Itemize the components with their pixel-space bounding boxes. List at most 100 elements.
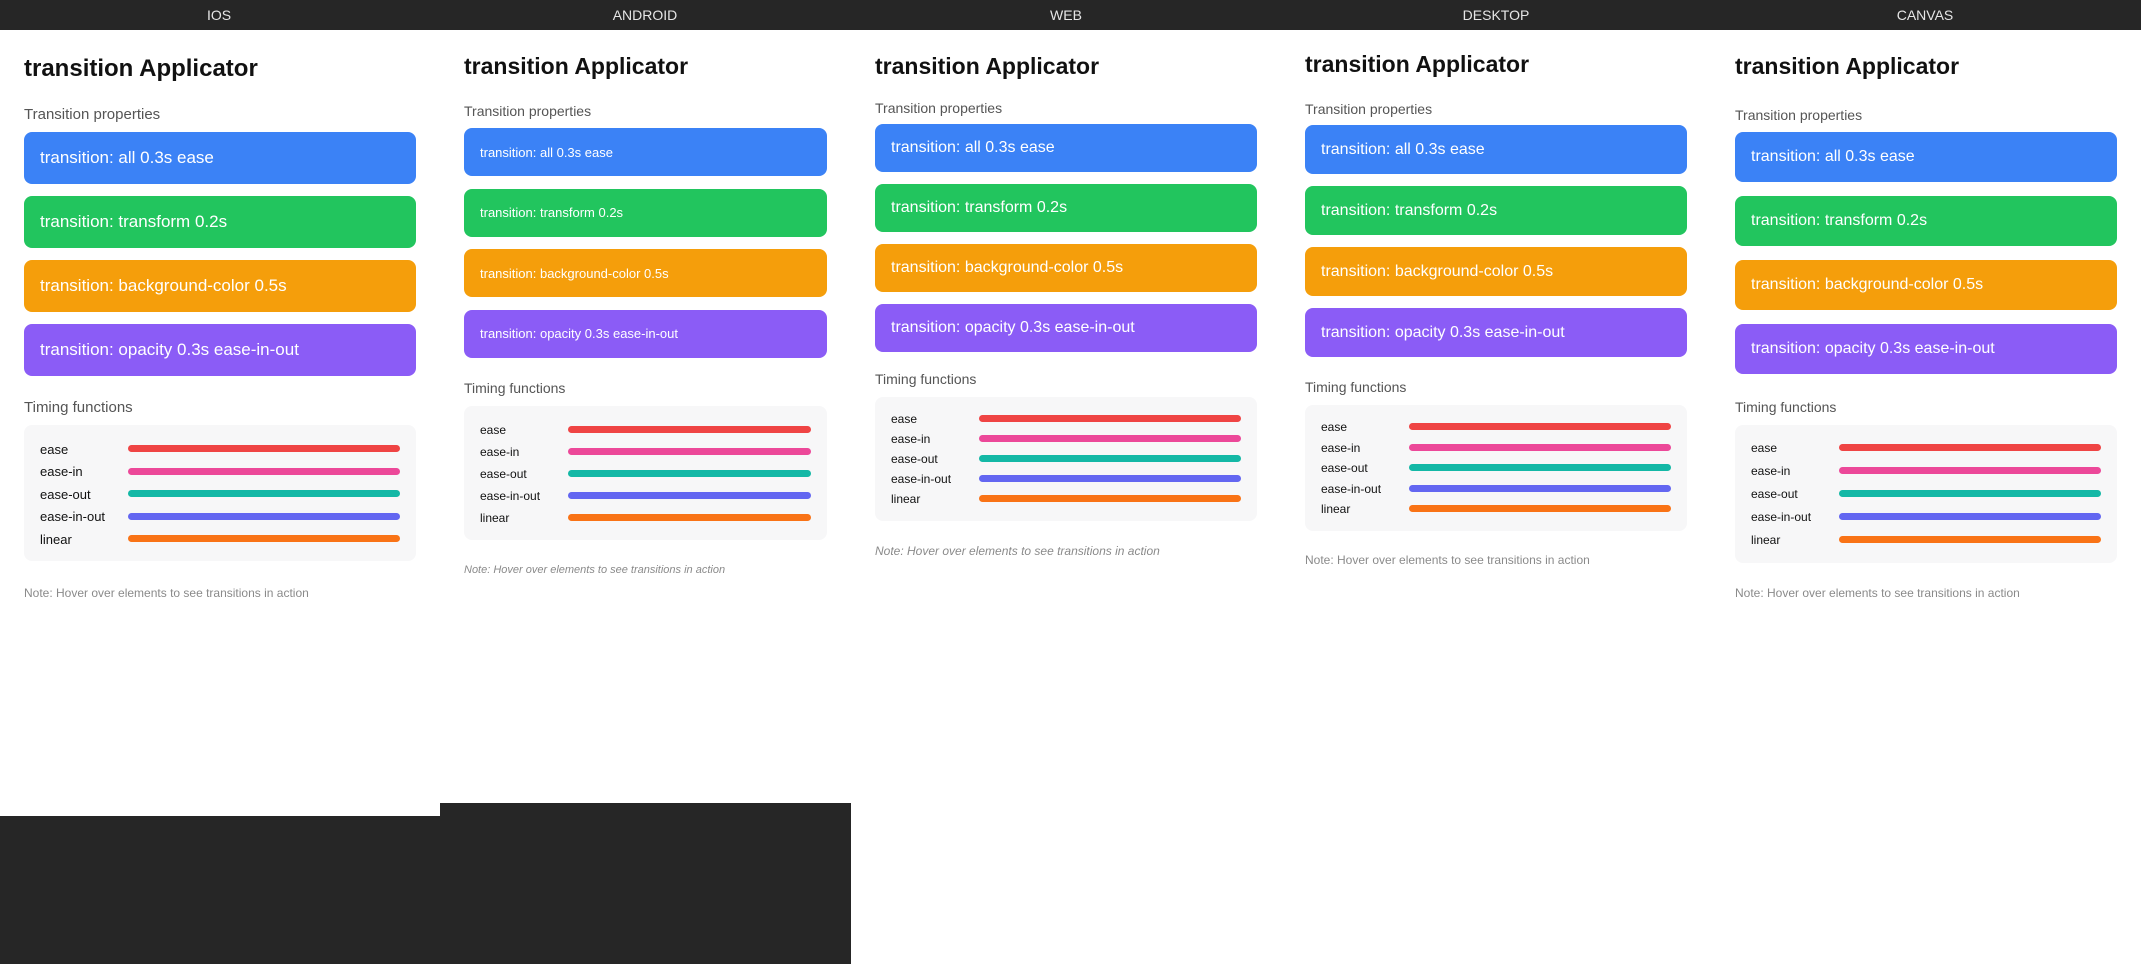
timing-bar-ease-out <box>1409 464 1671 471</box>
transition-property-button[interactable]: transition: opacity 0.3s ease-in-out <box>875 304 1257 352</box>
page-title: transition Applicator <box>24 55 258 82</box>
timing-bar-ease-in <box>1839 467 2101 474</box>
transition-property-button[interactable]: transition: opacity 0.3s ease-in-out <box>1735 324 2117 374</box>
timing-row-linear[interactable]: linear <box>40 531 400 547</box>
timing-bar-ease-out <box>979 455 1241 462</box>
timing-row-ease[interactable]: ease <box>1321 419 1671 435</box>
transition-property-button[interactable]: transition: opacity 0.3s ease-in-out <box>464 309 827 358</box>
timing-bar-ease <box>128 445 400 452</box>
hover-note: Note: Hover over elements to see transit… <box>1305 553 1590 567</box>
timing-bar-ease-in <box>128 467 400 475</box>
timing-row-ease-in[interactable]: ease-in <box>40 464 400 480</box>
transition-property-button[interactable]: transition: opacity 0.3s ease-in-out <box>1305 308 1687 357</box>
transition-property-label: transition: transform 0.2s <box>40 212 228 231</box>
page-title: transition Applicator <box>1305 51 1530 77</box>
timing-function-name: ease-in <box>480 445 520 459</box>
timing-row-ease[interactable]: ease <box>480 422 811 438</box>
transition-property-button[interactable]: transition: transform 0.2s <box>875 184 1257 232</box>
transition-property-button[interactable]: transition: transform 0.2s <box>24 196 416 248</box>
transition-property-button[interactable]: transition: background-color 0.5s <box>1305 247 1687 296</box>
timing-bar-ease-out <box>1839 490 2101 497</box>
timing-bar-ease <box>568 426 811 433</box>
timing-functions-label: Timing functions <box>24 399 133 416</box>
transition-property-label: transition: background-color 0.5s <box>1321 262 1554 280</box>
ios-bottom-dark-area <box>0 816 440 964</box>
transition-property-label: transition: all 0.3s ease <box>1321 140 1485 158</box>
timing-bar-linear <box>979 495 1241 502</box>
timing-function-name: ease <box>40 441 69 457</box>
timing-function-name: ease-in <box>1321 440 1361 455</box>
timing-bar-ease-in-out <box>1839 513 2101 520</box>
timing-bar-ease-in <box>1409 443 1671 451</box>
timing-row-linear[interactable]: linear <box>480 510 811 526</box>
timing-bar-ease-in-out <box>568 492 811 499</box>
timing-row-ease-in-out[interactable]: ease-in-out <box>480 488 811 504</box>
timing-row-linear[interactable]: linear <box>1321 501 1671 517</box>
timing-bar-ease-in <box>568 448 811 455</box>
timing-row-ease-in-out[interactable]: ease-in-out <box>891 471 1241 487</box>
transition-property-button[interactable]: transition: all 0.3s ease <box>1305 125 1687 174</box>
transition-property-button[interactable]: transition: background-color 0.5s <box>464 249 827 297</box>
transition-property-button[interactable]: transition: all 0.3s ease <box>1735 132 2117 182</box>
transition-property-label: transition: all 0.3s ease <box>891 139 1055 156</box>
timing-bar-ease-out <box>568 470 811 477</box>
transition-property-button[interactable]: transition: all 0.3s ease <box>24 132 416 184</box>
transition-property-button[interactable]: transition: all 0.3s ease <box>875 124 1257 172</box>
timing-function-name: ease-in-out <box>1751 510 1812 524</box>
timing-functions-label: Timing functions <box>464 380 566 396</box>
timing-function-name: ease-in <box>891 432 931 446</box>
transition-property-label: transition: opacity 0.3s ease-in-out <box>1751 340 1995 357</box>
timing-row-ease-in[interactable]: ease-in <box>480 444 811 460</box>
transition-property-button[interactable]: transition: transform 0.2s <box>1305 186 1687 235</box>
timing-function-name: linear <box>1321 502 1351 516</box>
timing-row-ease-out[interactable]: ease-out <box>1321 460 1671 476</box>
timing-functions-box: ease ease-in ease-out ease-in-out linear <box>464 406 827 540</box>
android-bottom-dark-area <box>440 803 851 964</box>
timing-bar-ease-in <box>979 435 1241 442</box>
timing-row-ease-in[interactable]: ease-in <box>1321 440 1671 456</box>
timing-functions-box: ease ease-in ease-out ease-in-out linear <box>24 425 416 561</box>
transition-property-button[interactable]: transition: transform 0.2s <box>464 188 827 237</box>
transition-property-label: transition: background-color 0.5s <box>1751 276 1984 293</box>
timing-row-ease-out[interactable]: ease-out <box>1751 486 2101 502</box>
timing-function-name: ease-in <box>40 464 83 479</box>
timing-bar-ease-in-out <box>1409 484 1671 492</box>
timing-bar-ease-out <box>128 490 400 497</box>
hover-note: Note: Hover over elements to see transit… <box>464 564 726 576</box>
timing-function-name: ease <box>1751 441 1778 455</box>
ios-panel: transition Applicator Transition properti… <box>24 0 416 700</box>
transition-property-button[interactable]: transition: transform 0.2s <box>1735 196 2117 246</box>
timing-function-name: ease-out <box>891 452 938 466</box>
timing-function-name: linear <box>480 511 510 525</box>
timing-bar-ease <box>1409 423 1671 430</box>
transition-property-button[interactable]: transition: all 0.3s ease <box>464 128 827 176</box>
timing-row-ease-out[interactable]: ease-out <box>480 466 811 482</box>
timing-row-ease[interactable]: ease <box>891 411 1241 427</box>
timing-function-name: ease-in <box>1751 464 1791 478</box>
timing-row-ease[interactable]: ease <box>1751 440 2101 456</box>
timing-bar-ease-in-out <box>128 512 400 520</box>
canvas-panel: transition Applicator Transition properti… <box>1735 0 2117 700</box>
transition-property-label: transition: opacity 0.3s ease-in-out <box>891 319 1135 336</box>
timing-row-ease-in-out[interactable]: ease-in-out <box>1751 509 2101 525</box>
timing-function-name: ease-in-out <box>40 509 106 524</box>
timing-row-ease-in-out[interactable]: ease-in-out <box>1321 481 1671 497</box>
transition-property-button[interactable]: transition: background-color 0.5s <box>1735 260 2117 310</box>
transition-property-button[interactable]: transition: background-color 0.5s <box>24 260 416 312</box>
timing-row-ease-out[interactable]: ease-out <box>891 451 1241 467</box>
timing-row-ease-in[interactable]: ease-in <box>1751 463 2101 479</box>
timing-row-ease[interactable]: ease <box>40 441 400 457</box>
transition-properties-label: Transition properties <box>464 103 592 119</box>
hover-note: Note: Hover over elements to see transit… <box>24 586 309 600</box>
timing-row-ease-in-out[interactable]: ease-in-out <box>40 509 400 525</box>
timing-row-linear[interactable]: linear <box>891 491 1241 507</box>
timing-functions-box: ease ease-in ease-out ease-in-out linear <box>1305 405 1687 531</box>
timing-row-linear[interactable]: linear <box>1751 532 2101 548</box>
transition-property-label: transition: opacity 0.3s ease-in-out <box>40 340 299 359</box>
transition-property-label: transition: transform 0.2s <box>480 205 624 220</box>
transition-property-button[interactable]: transition: opacity 0.3s ease-in-out <box>24 324 416 376</box>
timing-function-name: linear <box>40 531 72 547</box>
timing-row-ease-out[interactable]: ease-out <box>40 486 400 502</box>
timing-row-ease-in[interactable]: ease-in <box>891 431 1241 447</box>
transition-property-button[interactable]: transition: background-color 0.5s <box>875 244 1257 292</box>
